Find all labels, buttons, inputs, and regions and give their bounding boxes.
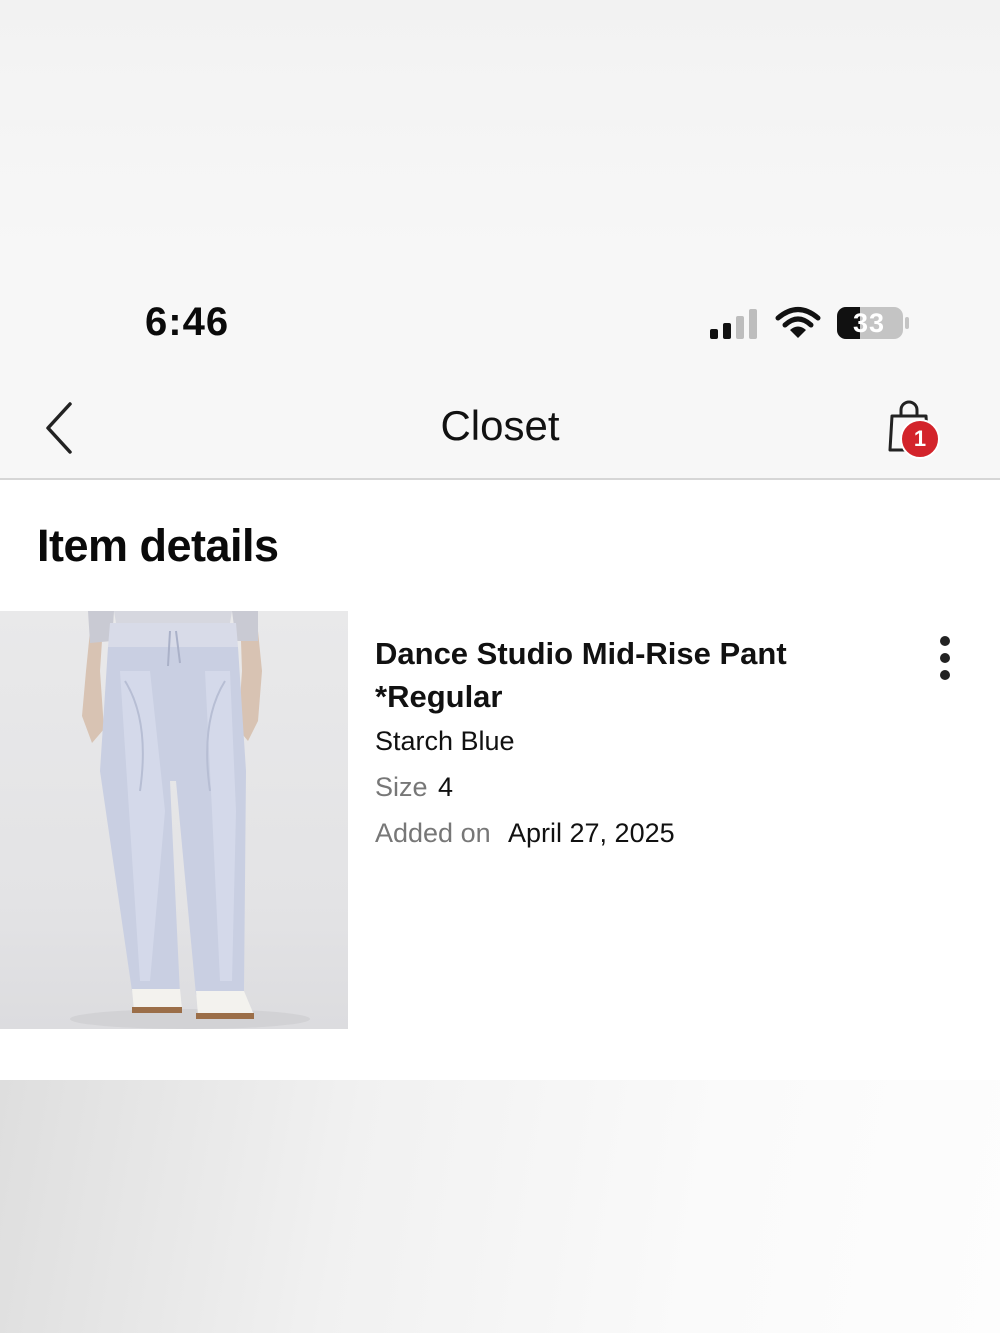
pants-photo	[70, 611, 310, 1029]
battery-level: 33	[852, 307, 886, 338]
page-title: Closet	[440, 402, 560, 449]
status-time: 6:46	[145, 300, 230, 344]
wifi-icon	[775, 307, 821, 338]
cart-count-badge: 1	[900, 419, 940, 459]
more-vertical-icon[interactable]	[930, 635, 960, 681]
size-value: 4	[438, 772, 454, 802]
background-blur-top	[0, 0, 1000, 250]
background-blur-bottom	[0, 1080, 1000, 1333]
added-on-date: April 27, 2025	[508, 818, 675, 848]
section-title: Item details	[37, 520, 279, 571]
product-color: Starch Blue	[375, 726, 515, 756]
cellular-signal-icon	[710, 309, 757, 339]
added-on-label: Added on	[375, 818, 491, 848]
size-label: Size	[375, 772, 428, 802]
product-name[interactable]: Dance Studio Mid-Rise Pant *Regular	[375, 632, 855, 718]
product-image[interactable]	[0, 611, 348, 1029]
